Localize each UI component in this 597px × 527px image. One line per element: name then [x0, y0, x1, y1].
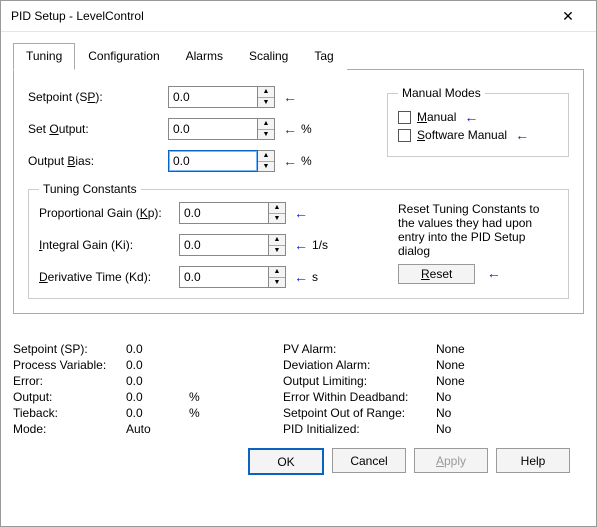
ki-unit: 1/s: [312, 238, 328, 252]
tab-body-tuning: Setpoint (SP): ▲▼ ← Set Output: ▲▼ ← %: [13, 70, 584, 314]
kd-input[interactable]: [179, 266, 269, 288]
tab-alarms[interactable]: Alarms: [173, 43, 236, 70]
kp-spin-up[interactable]: ▲: [269, 203, 285, 214]
close-button[interactable]: ✕: [548, 2, 588, 30]
window-title: PID Setup - LevelControl: [11, 9, 548, 23]
ki-input[interactable]: [179, 234, 269, 256]
kp-spin-down[interactable]: ▼: [269, 214, 285, 224]
ki-spin-up[interactable]: ▲: [269, 235, 285, 246]
setpoint-label: Setpoint (SP):: [28, 90, 168, 104]
set-output-spin-up[interactable]: ▲: [258, 119, 274, 130]
set-output-spin-down[interactable]: ▼: [258, 130, 274, 140]
output-bias-input[interactable]: [168, 150, 258, 172]
help-button[interactable]: Help: [496, 448, 570, 473]
tab-configuration[interactable]: Configuration: [75, 43, 172, 70]
manual-link-icon: ←: [464, 110, 478, 124]
output-bias-unit: %: [301, 154, 312, 168]
status-left-table: Setpoint (SP):0.0 Process Variable:0.0 E…: [13, 342, 203, 438]
output-bias-label: Output Bias:: [28, 154, 168, 168]
manual-checkbox[interactable]: [398, 111, 411, 124]
manual-modes-group: Manual Modes Manual ← Software Manual ←: [387, 86, 569, 157]
output-bias-link-icon: ←: [283, 154, 297, 168]
tab-strip: Tuning Configuration Alarms Scaling Tag: [13, 42, 584, 70]
kp-label: Proportional Gain (Kp):: [39, 206, 179, 220]
reset-note: Reset Tuning Constants to the values the…: [398, 202, 558, 258]
apply-button[interactable]: Apply: [414, 448, 488, 473]
set-output-link-icon: ←: [283, 122, 297, 136]
tuning-constants-group: Tuning Constants Proportional Gain (Kp):…: [28, 182, 569, 299]
set-output-label: Set Output:: [28, 122, 168, 136]
kd-unit: s: [312, 270, 318, 284]
kd-link-icon: ←: [294, 270, 308, 284]
setpoint-spin-down[interactable]: ▼: [258, 98, 274, 108]
tab-tag[interactable]: Tag: [301, 43, 346, 70]
kd-spin-down[interactable]: ▼: [269, 278, 285, 288]
output-bias-spin-down[interactable]: ▼: [258, 162, 274, 172]
tab-scaling[interactable]: Scaling: [236, 43, 301, 70]
manual-label: Manual: [417, 110, 456, 124]
status-right-table: PV Alarm:None Deviation Alarm:None Outpu…: [283, 342, 468, 438]
ki-spin-down[interactable]: ▼: [269, 246, 285, 256]
kp-link-icon: ←: [294, 206, 308, 220]
kd-spin-up[interactable]: ▲: [269, 267, 285, 278]
dialog-button-bar: OK Cancel Apply Help: [13, 438, 584, 475]
ki-link-icon: ←: [294, 238, 308, 252]
kp-input[interactable]: [179, 202, 269, 224]
set-output-unit: %: [301, 122, 312, 136]
ki-label: Integral Gain (Ki):: [39, 238, 179, 252]
output-bias-spin-up[interactable]: ▲: [258, 151, 274, 162]
software-manual-checkbox[interactable]: [398, 129, 411, 142]
tuning-constants-legend: Tuning Constants: [39, 182, 141, 196]
title-bar: PID Setup - LevelControl ✕: [1, 1, 596, 32]
setpoint-spin-up[interactable]: ▲: [258, 87, 274, 98]
kd-label: Derivative Time (Kd):: [39, 270, 179, 284]
software-manual-link-icon: ←: [515, 128, 529, 142]
set-output-input[interactable]: [168, 118, 258, 140]
cancel-button[interactable]: Cancel: [332, 448, 406, 473]
setpoint-input[interactable]: [168, 86, 258, 108]
manual-modes-legend: Manual Modes: [398, 86, 485, 100]
status-area: Setpoint (SP):0.0 Process Variable:0.0 E…: [13, 342, 584, 438]
tab-tuning[interactable]: Tuning: [13, 43, 75, 70]
reset-button[interactable]: Reset: [398, 264, 475, 284]
setpoint-link-icon: ←: [283, 90, 297, 104]
ok-button[interactable]: OK: [248, 448, 324, 475]
reset-link-icon: ←: [487, 265, 501, 281]
software-manual-label: Software Manual: [417, 128, 507, 142]
